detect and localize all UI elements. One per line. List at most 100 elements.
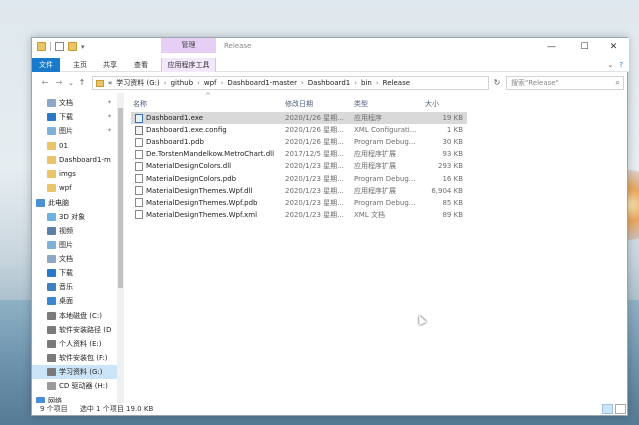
nav-item[interactable]: 桌面	[32, 294, 117, 308]
details-view-icon[interactable]	[602, 404, 613, 414]
file-name-cell: De.TorstenMandelkow.MetroChart.dll	[135, 148, 285, 160]
breadcrumb-separator-icon[interactable]: ›	[221, 79, 224, 87]
expand-ribbon-icon[interactable]: ⌄	[607, 61, 613, 69]
breadcrumb-separator-icon[interactable]: ›	[376, 79, 379, 87]
breadcrumb-drive[interactable]: 学习资料 (G:)	[116, 78, 159, 88]
nav-item[interactable]: 个人资料 (E:)	[32, 337, 117, 351]
breadcrumb-dashboard1[interactable]: Dashboard1	[308, 79, 350, 87]
help-icon[interactable]: ?	[619, 61, 623, 69]
recent-locations-button[interactable]: ⌄	[66, 77, 76, 89]
navigation-scrollbar[interactable]	[117, 93, 124, 403]
customize-qat-icon[interactable]: ▾	[81, 43, 85, 51]
tab-file[interactable]: 文件	[32, 58, 60, 72]
folder-icon	[47, 184, 56, 192]
download-icon	[47, 269, 56, 277]
column-size[interactable]: 大小	[425, 99, 439, 109]
status-bar: 9 个项目 选中 1 个项目 19.0 KB	[32, 403, 629, 416]
breadcrumb-dashboard1-master[interactable]: Dashboard1-master	[227, 79, 297, 87]
tab-home[interactable]: 主页	[70, 58, 90, 72]
nav-item[interactable]: 图片	[32, 238, 117, 252]
file-name-cell: MaterialDesignColors.pdb	[135, 173, 285, 185]
nav-item[interactable]: Dashboard1-m	[32, 153, 117, 167]
tab-application-tools[interactable]: 应用程序工具	[161, 58, 216, 72]
file-name: Dashboard1.exe	[146, 114, 204, 122]
file-row[interactable]: MaterialDesignThemes.Wpf.xml 2020/1/23 星期…	[131, 209, 467, 221]
file-name-cell: Dashboard1.pdb	[135, 136, 285, 148]
nav-item[interactable]: 01	[32, 139, 117, 153]
quick-access-toolbar: ▾	[37, 42, 85, 51]
file-icon	[135, 198, 143, 208]
file-date: 2020/1/26 星期...	[285, 138, 344, 147]
explorer-window: ▾ 管理 Release — ☐ ✕ 文件 主页 共享 查看 应用程序工具 ⌄ …	[31, 37, 629, 416]
file-type: XML 文档	[354, 210, 385, 219]
nav-item[interactable]: 文档	[32, 252, 117, 266]
file-row[interactable]: Dashboard1.pdb 2020/1/26 星期... Program Deb…	[131, 136, 467, 148]
nav-item[interactable]: 下载 ✦	[32, 110, 117, 124]
nav-item[interactable]: 文档 ✦	[32, 96, 117, 110]
nav-item[interactable]: CD 驱动器 (H:)	[32, 379, 117, 393]
refresh-button[interactable]: ↻	[491, 76, 503, 90]
file-row[interactable]: Dashboard1.exe.config 2020/1/26 星期... XML …	[131, 124, 467, 136]
file-row[interactable]: MaterialDesignThemes.Wpf.pdb 2020/1/23 星期…	[131, 197, 467, 209]
column-name[interactable]: 名称	[133, 99, 147, 109]
new-folder-icon[interactable]	[68, 42, 77, 51]
nav-item[interactable]: 下载	[32, 266, 117, 280]
column-type[interactable]: 类型	[354, 99, 368, 109]
search-icon: ⌕	[615, 78, 620, 87]
file-type: Program Debug...	[354, 138, 416, 147]
breadcrumb-release[interactable]: Release	[383, 79, 410, 87]
nav-item[interactable]: 图片 ✦	[32, 124, 117, 138]
breadcrumb-separator-icon[interactable]: ›	[197, 79, 200, 87]
drive-icon	[47, 368, 56, 376]
breadcrumb-separator-icon[interactable]: ›	[354, 79, 357, 87]
breadcrumb-wpf[interactable]: wpf	[204, 79, 217, 87]
breadcrumb-bin[interactable]: bin	[361, 79, 372, 87]
file-row[interactable]: MaterialDesignThemes.Wpf.dll 2020/1/23 星期…	[131, 185, 467, 197]
search-input[interactable]: 搜索"Release" ⌕	[506, 76, 624, 90]
minimize-button[interactable]: —	[536, 38, 567, 58]
tab-share[interactable]: 共享	[100, 58, 120, 72]
nav-item[interactable]: 此电脑	[32, 196, 117, 210]
scrollbar-thumb[interactable]	[118, 108, 123, 288]
file-date: 2020/1/23 星期...	[285, 174, 344, 183]
nav-item[interactable]: 学习资料 (G:)	[32, 365, 117, 379]
nav-item[interactable]: 3D 对象	[32, 210, 117, 224]
nav-item[interactable]: 软件安装路径 (D	[32, 323, 117, 337]
back-button[interactable]: ←	[40, 77, 50, 89]
large-icons-view-icon[interactable]	[615, 404, 626, 414]
breadcrumb-overflow[interactable]: «	[108, 79, 112, 87]
nav-item-label: 图片	[59, 241, 73, 249]
file-name: MaterialDesignThemes.Wpf.pdb	[146, 198, 258, 207]
dll-icon	[135, 149, 143, 159]
nav-item[interactable]: wpf	[32, 181, 117, 195]
nav-item[interactable]: 网络	[32, 394, 117, 403]
ribbon-tabs: 文件 主页 共享 查看 应用程序工具 ⌄ ?	[32, 58, 629, 72]
up-button[interactable]: ↑	[77, 77, 87, 89]
address-bar[interactable]: « 学习资料 (G:) › github › wpf › Dashboard1-…	[92, 76, 489, 90]
breadcrumb-separator-icon[interactable]: ›	[301, 79, 304, 87]
maximize-button[interactable]: ☐	[569, 38, 600, 58]
nav-item[interactable]: 视频	[32, 224, 117, 238]
breadcrumb-separator-icon[interactable]: ›	[164, 79, 167, 87]
nav-item[interactable]: 软件安装包 (F:)	[32, 351, 117, 365]
column-date-modified[interactable]: 修改日期	[285, 99, 313, 109]
manage-context-tab[interactable]: 管理	[161, 38, 216, 53]
file-row[interactable]: Dashboard1.exe 2020/1/26 星期... 应用程序 19 KB	[131, 112, 467, 124]
nav-item[interactable]: 音乐	[32, 280, 117, 294]
file-row[interactable]: MaterialDesignColors.pdb 2020/1/23 星期... P…	[131, 173, 467, 185]
file-date: 2020/1/26 星期...	[285, 126, 344, 135]
nav-item[interactable]: imgs	[32, 167, 117, 181]
close-button[interactable]: ✕	[598, 38, 629, 58]
breadcrumb-github[interactable]: github	[171, 79, 193, 87]
search-placeholder: 搜索"Release"	[511, 79, 559, 87]
pin-icon: ✦	[106, 113, 112, 120]
nav-item[interactable]: 本地磁盘 (C:)	[32, 309, 117, 323]
properties-icon[interactable]	[55, 42, 64, 51]
forward-button[interactable]: →	[54, 77, 64, 89]
tab-view[interactable]: 查看	[131, 58, 151, 72]
file-type: XML Configurati...	[354, 126, 417, 135]
file-row[interactable]: De.TorstenMandelkow.MetroChart.dll 2017/1…	[131, 148, 467, 160]
file-name: MaterialDesignThemes.Wpf.xml	[146, 210, 258, 219]
file-row[interactable]: MaterialDesignColors.dll 2020/1/23 星期... 应…	[131, 160, 467, 172]
3d-objects-icon	[47, 213, 56, 221]
